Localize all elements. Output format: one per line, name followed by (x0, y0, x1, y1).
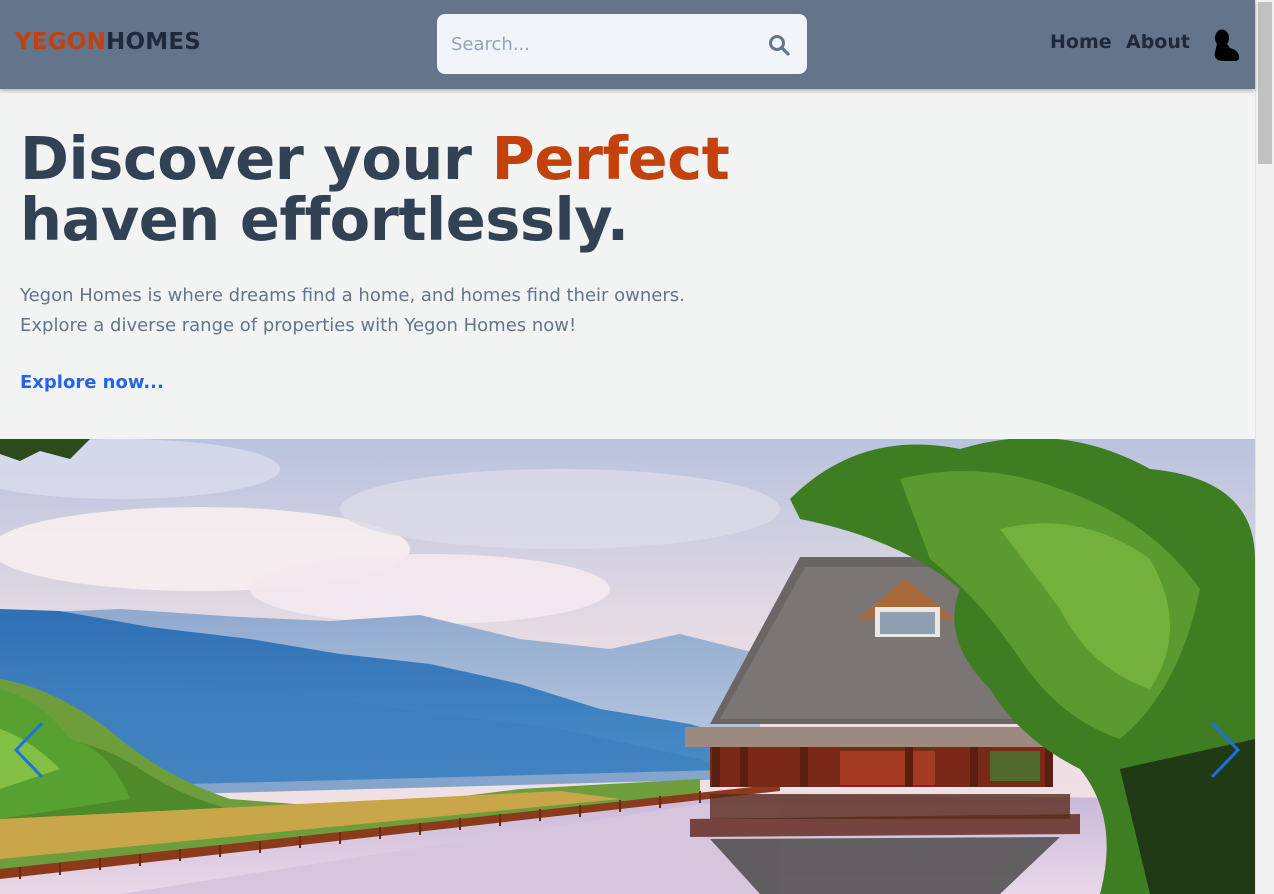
search-input[interactable] (451, 29, 751, 59)
navbar: YEGONHOMES Home About (0, 0, 1255, 89)
user-silhouette-icon[interactable] (1208, 28, 1240, 62)
nav-about-link[interactable]: About (1126, 31, 1190, 53)
image-carousel (0, 439, 1255, 894)
page-scrollbar[interactable] (1255, 0, 1274, 894)
hero-title-part1: Discover your (20, 124, 492, 193)
hero-subtitle-line2: Explore a diverse range of properties wi… (20, 315, 577, 336)
site-logo[interactable]: YEGONHOMES (15, 29, 201, 55)
logo-homes: HOMES (106, 29, 202, 55)
search-bar (437, 14, 807, 74)
explore-now-link[interactable]: Explore now... (20, 372, 164, 393)
hero-subtitle-line1: Yegon Homes is where dreams find a home,… (20, 285, 685, 306)
nav-home-link[interactable]: Home (1050, 31, 1112, 53)
hero-title-part2: haven effortlessly. (20, 185, 629, 254)
search-icon[interactable] (767, 33, 791, 57)
chevron-right-icon[interactable] (1208, 721, 1242, 779)
hero-title: Discover your Perfect haven effortlessly… (20, 128, 780, 250)
chevron-left-icon[interactable] (12, 721, 46, 779)
logo-yegon: YEGON (15, 29, 107, 55)
carousel-slide-image (0, 439, 1255, 894)
scrollbar-thumb[interactable] (1258, 2, 1272, 164)
hero-subtitle: Yegon Homes is where dreams find a home,… (20, 281, 740, 341)
hero-title-accent: Perfect (491, 124, 730, 193)
